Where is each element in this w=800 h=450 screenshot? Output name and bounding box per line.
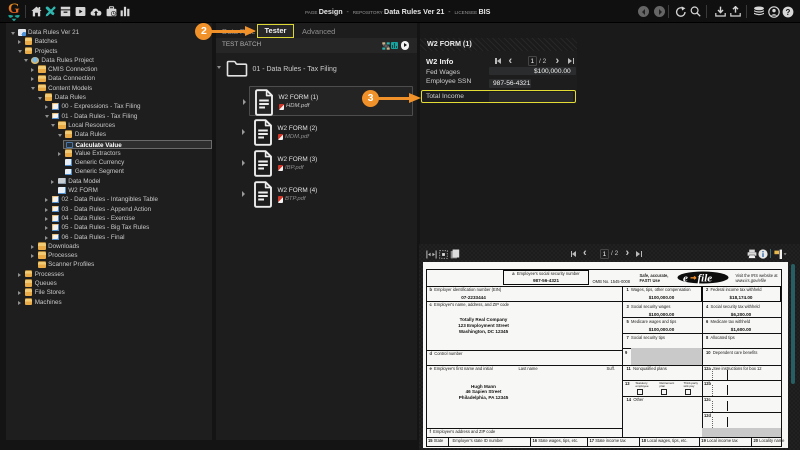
svg-text:?: ? [786,8,791,17]
svg-text:file: file [697,272,712,284]
svg-text:e: e [683,272,688,284]
